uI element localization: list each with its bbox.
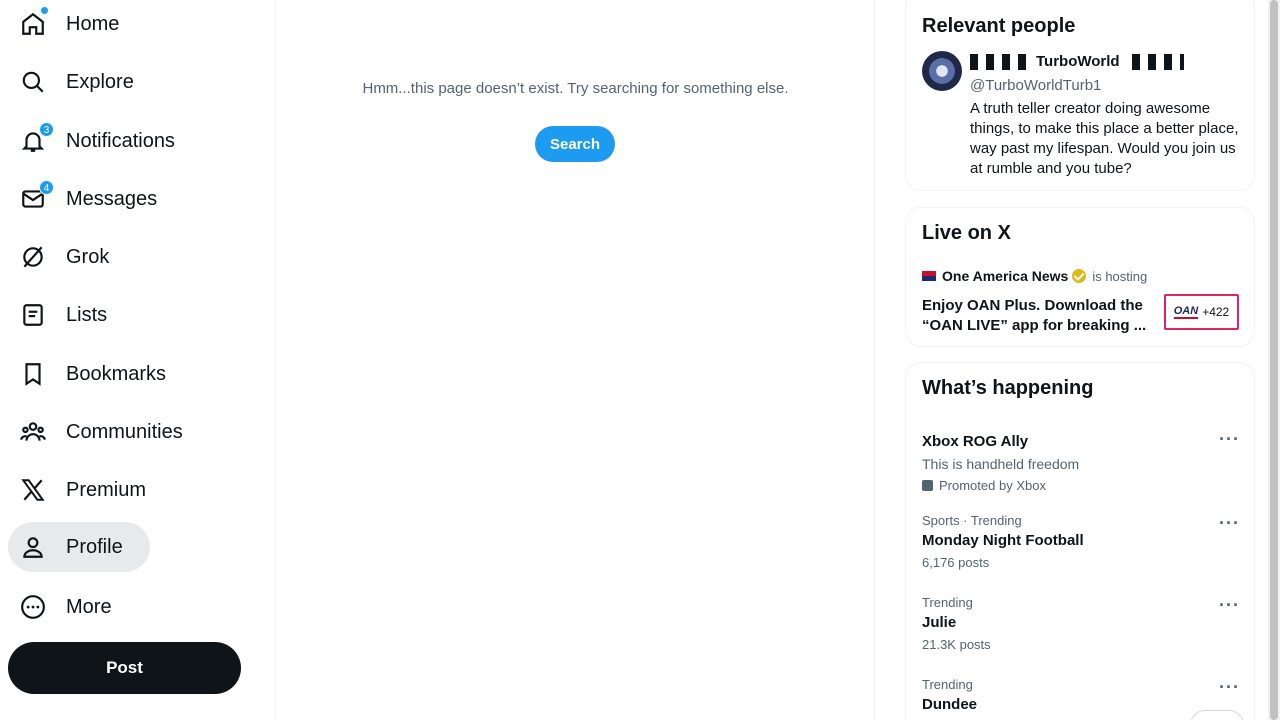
trend-description: This is handheld freedom	[922, 456, 1080, 472]
live-heading: Live on X	[922, 222, 1011, 244]
person-icon	[20, 534, 46, 560]
more-options-icon[interactable]: ···	[1219, 595, 1240, 616]
checker-flag-right	[1123, 53, 1184, 70]
nav-grok[interactable]: Grok	[8, 232, 121, 282]
home-icon	[20, 7, 48, 37]
relevant-people-heading: Relevant people	[922, 15, 1076, 37]
x-logo-icon	[20, 477, 46, 503]
grok-icon	[20, 244, 46, 270]
not-found-message: Hmm...this page doesn’t exist. Try searc…	[362, 80, 789, 97]
more-circle-icon	[20, 594, 46, 620]
more-options-icon[interactable]: ···	[1219, 513, 1240, 534]
nav-messages[interactable]: 4 Messages	[8, 174, 169, 224]
nav-notifications[interactable]: 3 Notifications	[8, 116, 187, 166]
nav-bookmarks-label: Bookmarks	[66, 362, 167, 385]
messages-drawer-button[interactable]	[1190, 710, 1244, 720]
nav-home[interactable]: Home	[8, 0, 131, 49]
live-title[interactable]: Enjoy OAN Plus. Download the “OAN LIVE” …	[922, 296, 1152, 336]
trend-post-count: 6,176 posts	[922, 555, 990, 570]
list-icon	[20, 302, 46, 328]
user-name[interactable]: TurboWorld	[970, 53, 1184, 70]
oan-mini-logo-icon	[922, 271, 936, 281]
more-options-icon[interactable]: ···	[1219, 677, 1240, 698]
nav-premium-label: Premium	[66, 478, 147, 501]
trend-title: Xbox ROG Ally	[922, 433, 1029, 450]
trend-post-count: 21.3K posts	[922, 637, 991, 652]
scrollbar[interactable]	[1268, 0, 1280, 720]
user-handle[interactable]: @TurboWorldTurb1	[970, 77, 1101, 94]
trend-title: Julie	[922, 614, 957, 631]
trend-meta: Trending	[922, 677, 973, 692]
nav-explore[interactable]: Explore	[8, 57, 146, 107]
nav-more[interactable]: More	[8, 582, 124, 632]
oan-logo-text: OAN	[1173, 305, 1199, 319]
more-options-icon[interactable]: ···	[1219, 429, 1240, 450]
home-dot	[41, 7, 48, 14]
relevant-people-card: Relevant people TurboWorld @TurboWorldTu…	[905, 0, 1255, 191]
mail-icon: 4	[20, 180, 54, 212]
promoted-icon	[922, 480, 933, 491]
trend-item[interactable]: Xbox ROG Ally This is handheld freedom P…	[922, 429, 1240, 493]
whats-happening-heading: What’s happening	[922, 377, 1094, 399]
trend-title: Dundee	[922, 696, 978, 713]
main-column: Hmm...this page doesn’t exist. Try searc…	[276, 0, 875, 720]
promoted-line: Promoted by Xbox	[922, 478, 1240, 493]
search-icon	[20, 69, 46, 95]
post-button[interactable]: Post	[8, 642, 241, 694]
nav-communities[interactable]: Communities	[8, 407, 195, 457]
listener-count: +422	[1202, 305, 1230, 319]
people-icon	[20, 419, 46, 445]
nav-lists[interactable]: Lists	[8, 290, 119, 340]
user-name-text: TurboWorld	[1036, 53, 1120, 70]
nav-communities-label: Communities	[66, 420, 183, 443]
nav-lists-label: Lists	[66, 303, 108, 326]
nav-explore-label: Explore	[66, 70, 134, 93]
trend-meta: Sports · Trending	[922, 513, 1022, 528]
user-bio: A truth teller creator doing awesome thi…	[970, 100, 1239, 177]
checker-flag-left	[970, 53, 1032, 70]
live-card: Live on X One America News is hosting En…	[905, 207, 1255, 347]
hosting-text: is hosting	[1092, 268, 1148, 284]
nav-notifications-label: Notifications	[66, 129, 175, 152]
trend-title: Monday Night Football	[922, 532, 1084, 549]
trend-item[interactable]: Sports · Trending Monday Night Football …	[922, 513, 1240, 570]
nav-premium[interactable]: Premium	[8, 465, 158, 515]
nav-more-label: More	[66, 595, 112, 618]
notifications-badge: 3	[39, 122, 54, 137]
nav-profile[interactable]: Profile	[8, 522, 150, 572]
host-name: One America News	[942, 268, 1069, 284]
trend-item[interactable]: Trending Dundee ···	[922, 677, 1240, 713]
bookmark-icon	[20, 361, 46, 387]
messages-badge: 4	[39, 180, 54, 195]
nav-home-label: Home	[66, 12, 120, 35]
whats-happening-card: What’s happening Xbox ROG Ally This is h…	[905, 362, 1255, 720]
promoted-text: Promoted by Xbox	[939, 478, 1046, 493]
verified-badge-icon	[1072, 269, 1087, 283]
nav-messages-label: Messages	[66, 187, 158, 210]
trend-meta: Trending	[922, 595, 973, 610]
live-thumbnail[interactable]: OAN +422	[1164, 294, 1239, 330]
scrollbar-thumb[interactable]	[1270, 0, 1278, 720]
live-host-row[interactable]: One America News is hosting	[922, 268, 1147, 284]
nav-bookmarks[interactable]: Bookmarks	[8, 349, 178, 399]
nav-grok-label: Grok	[66, 245, 110, 268]
search-button[interactable]: Search	[535, 126, 615, 162]
trend-item[interactable]: Trending Julie 21.3K posts ···	[922, 595, 1240, 652]
bell-icon: 3	[20, 122, 54, 154]
avatar[interactable]	[922, 51, 962, 91]
left-nav: Home Explore 3 Notifications 4 Messages …	[0, 0, 276, 720]
nav-profile-label: Profile	[66, 535, 123, 558]
